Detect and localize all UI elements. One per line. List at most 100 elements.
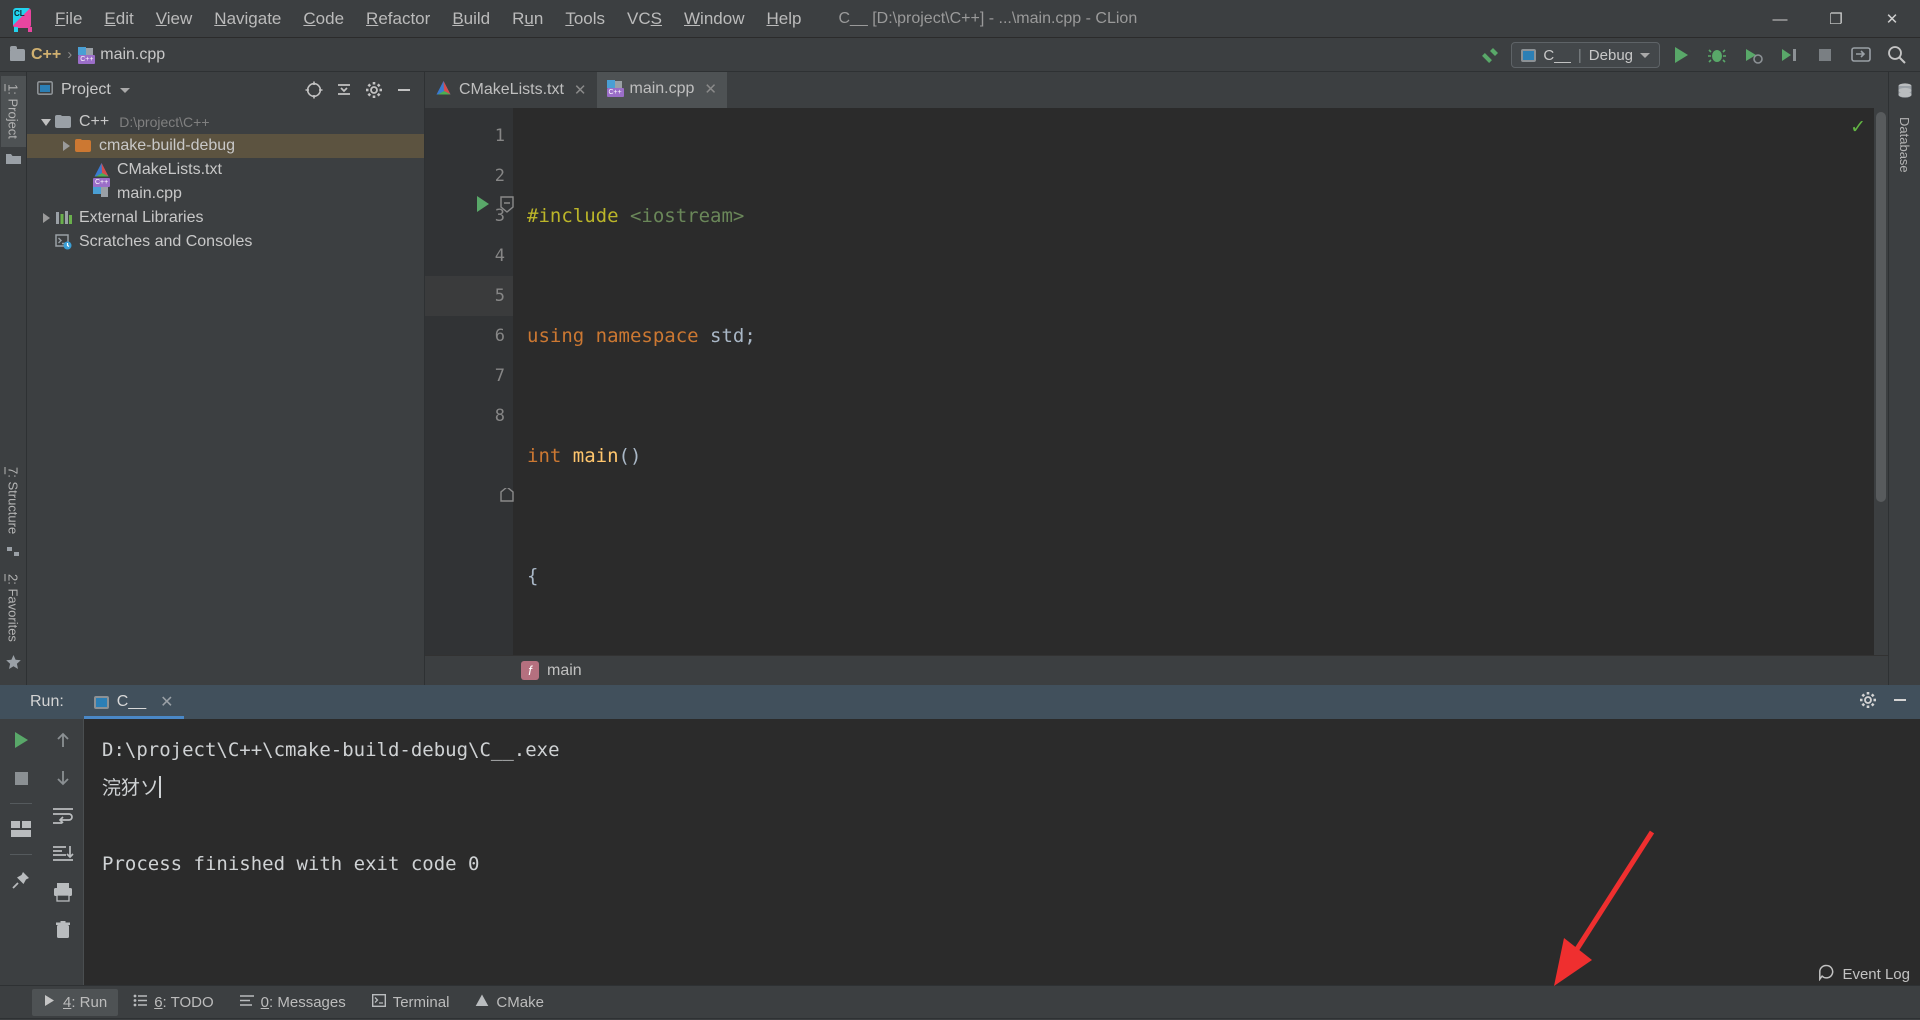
console-line: 浣犲ソ <box>102 776 162 799</box>
toolwindow-tab-todo[interactable]: 6: TODO <box>122 989 224 1016</box>
line-number: 1 <box>494 126 505 146</box>
search-icon[interactable] <box>1882 42 1912 68</box>
menu-code[interactable]: Code <box>292 5 355 33</box>
todo-icon <box>133 994 148 1011</box>
menu-refactor[interactable]: Refactor <box>355 5 441 33</box>
print-icon[interactable] <box>49 879 77 905</box>
tab-label: CMakeLists.txt <box>459 81 564 98</box>
run-with-coverage-button[interactable] <box>1738 42 1768 68</box>
scroll-to-end-icon[interactable] <box>49 841 77 867</box>
run-button[interactable] <box>1666 42 1696 68</box>
debug-button[interactable] <box>1702 42 1732 68</box>
run-gutter-icon[interactable] <box>477 196 489 217</box>
sidebar-item-structure[interactable]: 7: Structure <box>1 459 26 542</box>
minimize-icon[interactable] <box>1890 690 1910 715</box>
code-line-1: #include <iostream> <box>527 205 745 227</box>
menu-run[interactable]: Run <box>501 5 554 33</box>
configuration-icon <box>93 695 109 709</box>
hide-panel-icon[interactable] <box>390 77 418 103</box>
sidebar-item-project[interactable]: 1: Project <box>0 76 26 147</box>
project-panel-header: Project <box>27 72 424 108</box>
down-arrow-icon[interactable] <box>49 765 77 791</box>
gear-icon[interactable] <box>360 77 388 103</box>
close-icon[interactable]: ✕ <box>160 692 173 712</box>
close-button[interactable]: ✕ <box>1864 0 1920 38</box>
star-icon <box>5 654 22 675</box>
run-tab-c[interactable]: C__ ✕ <box>83 685 184 719</box>
gear-icon[interactable] <box>1858 690 1878 715</box>
rerun-icon[interactable] <box>7 727 35 753</box>
code-line-2: using namespace std; <box>527 325 756 347</box>
minimize-button[interactable]: — <box>1752 0 1808 38</box>
tree-item-external-libraries[interactable]: External Libraries <box>27 206 424 230</box>
tree-item-root[interactable]: C++ D:\project\C++ <box>27 110 424 134</box>
cmake-icon <box>93 162 111 178</box>
inspection-status-icon[interactable]: ✓ <box>1850 116 1866 139</box>
project-tool-window: Project C++ D:\project\C++ cmake-build-d… <box>27 72 425 685</box>
run-config-mode: Debug <box>1588 46 1633 64</box>
sidebar-item-database[interactable]: Database <box>1892 109 1917 181</box>
tab-cmakelists-txt[interactable]: CMakeLists.txt ✕ <box>425 72 597 108</box>
pin-icon[interactable] <box>7 867 35 893</box>
select-opened-file-icon[interactable] <box>300 77 328 103</box>
editor-body[interactable]: 1 2 3 4 5 6 7 8 #include <iostream> usin… <box>425 108 1888 655</box>
stop-button[interactable] <box>1810 42 1840 68</box>
update-project-icon[interactable] <box>1846 42 1876 68</box>
soft-wrap-icon[interactable] <box>49 803 77 829</box>
menu-view[interactable]: View <box>145 5 204 33</box>
menu-file[interactable]: File <box>44 5 93 33</box>
tree-item-cmake-build-debug[interactable]: cmake-build-debug <box>27 134 424 158</box>
title-bar: CL File Edit View Navigate Code Refactor… <box>0 0 1920 38</box>
run-tab-label: C__ <box>116 693 147 710</box>
tab-main-cpp[interactable]: C++ main.cpp ✕ <box>596 72 727 108</box>
trash-icon[interactable] <box>49 917 77 943</box>
run-configuration-selector[interactable]: C__ | Debug <box>1511 42 1660 68</box>
toolwindow-tab-messages[interactable]: 0: Messages <box>229 989 357 1016</box>
project-panel-title: Project <box>61 81 111 98</box>
close-icon[interactable]: ✕ <box>574 81 587 99</box>
layout-icon[interactable] <box>7 816 35 842</box>
tree-item-scratches[interactable]: Scratches and Consoles <box>27 230 424 254</box>
chevron-down-icon[interactable] <box>119 87 130 93</box>
toolwindow-tab-run[interactable]: 4: Run <box>32 988 119 1016</box>
menu-navigate[interactable]: Navigate <box>203 5 292 33</box>
editor-tab-bar: CMakeLists.txt ✕ C++ main.cpp ✕ <box>425 72 1888 108</box>
twisty-right-icon[interactable] <box>37 213 55 223</box>
build-hammer-icon[interactable] <box>1475 42 1505 68</box>
tree-item-cmakelists[interactable]: CMakeLists.txt <box>27 158 424 182</box>
sidebar-item-favorites[interactable]: 2: Favorites <box>1 566 26 650</box>
breadcrumb-function-label[interactable]: main <box>547 662 582 680</box>
menu-edit[interactable]: Edit <box>93 5 144 33</box>
maximize-button[interactable]: ❐ <box>1808 0 1864 38</box>
tree-item-label: cmake-build-debug <box>99 137 236 154</box>
code-line-3: int main() <box>527 445 642 467</box>
tool-window-bar: 4: Run 6: TODO 0: Messages Terminal CMak… <box>0 985 1920 1018</box>
collapse-all-icon[interactable] <box>330 77 358 103</box>
profile-button[interactable] <box>1774 42 1804 68</box>
breadcrumb-file[interactable]: C++ main.cpp <box>78 46 165 64</box>
console-output[interactable]: D:\project\C++\cmake-build-debug\C__.exe… <box>84 719 1920 985</box>
menu-vcs[interactable]: VCS <box>616 5 673 33</box>
breadcrumb-project[interactable]: C++ <box>10 45 61 64</box>
twisty-down-icon[interactable] <box>37 118 55 126</box>
editor-gutter[interactable]: 1 2 3 4 5 6 7 8 <box>425 108 514 655</box>
run-panel-header: Run: C__ ✕ <box>0 685 1920 719</box>
editor-scrollbar[interactable] <box>1874 108 1888 655</box>
folder-orange-icon <box>75 138 93 154</box>
navbar-toolbar: C__ | Debug <box>1475 38 1912 72</box>
twisty-right-icon[interactable] <box>57 141 75 151</box>
terminal-icon <box>371 993 386 1011</box>
stop-icon[interactable] <box>7 765 35 791</box>
tree-item-main-cpp[interactable]: C++ main.cpp <box>27 178 424 206</box>
event-log-button[interactable]: Event Log <box>1818 960 1910 989</box>
toolwindow-tab-cmake[interactable]: CMake <box>464 989 555 1016</box>
menu-help[interactable]: Help <box>755 5 812 33</box>
menu-window[interactable]: Window <box>673 5 755 33</box>
menu-build[interactable]: Build <box>441 5 501 33</box>
close-icon[interactable]: ✕ <box>704 80 717 98</box>
code-text[interactable]: #include <iostream> using namespace std;… <box>513 108 1888 655</box>
scrollbar-thumb[interactable] <box>1876 112 1886 502</box>
menu-tools[interactable]: Tools <box>554 5 616 33</box>
toolwindow-tab-terminal[interactable]: Terminal <box>361 989 461 1016</box>
up-arrow-icon[interactable] <box>49 727 77 753</box>
